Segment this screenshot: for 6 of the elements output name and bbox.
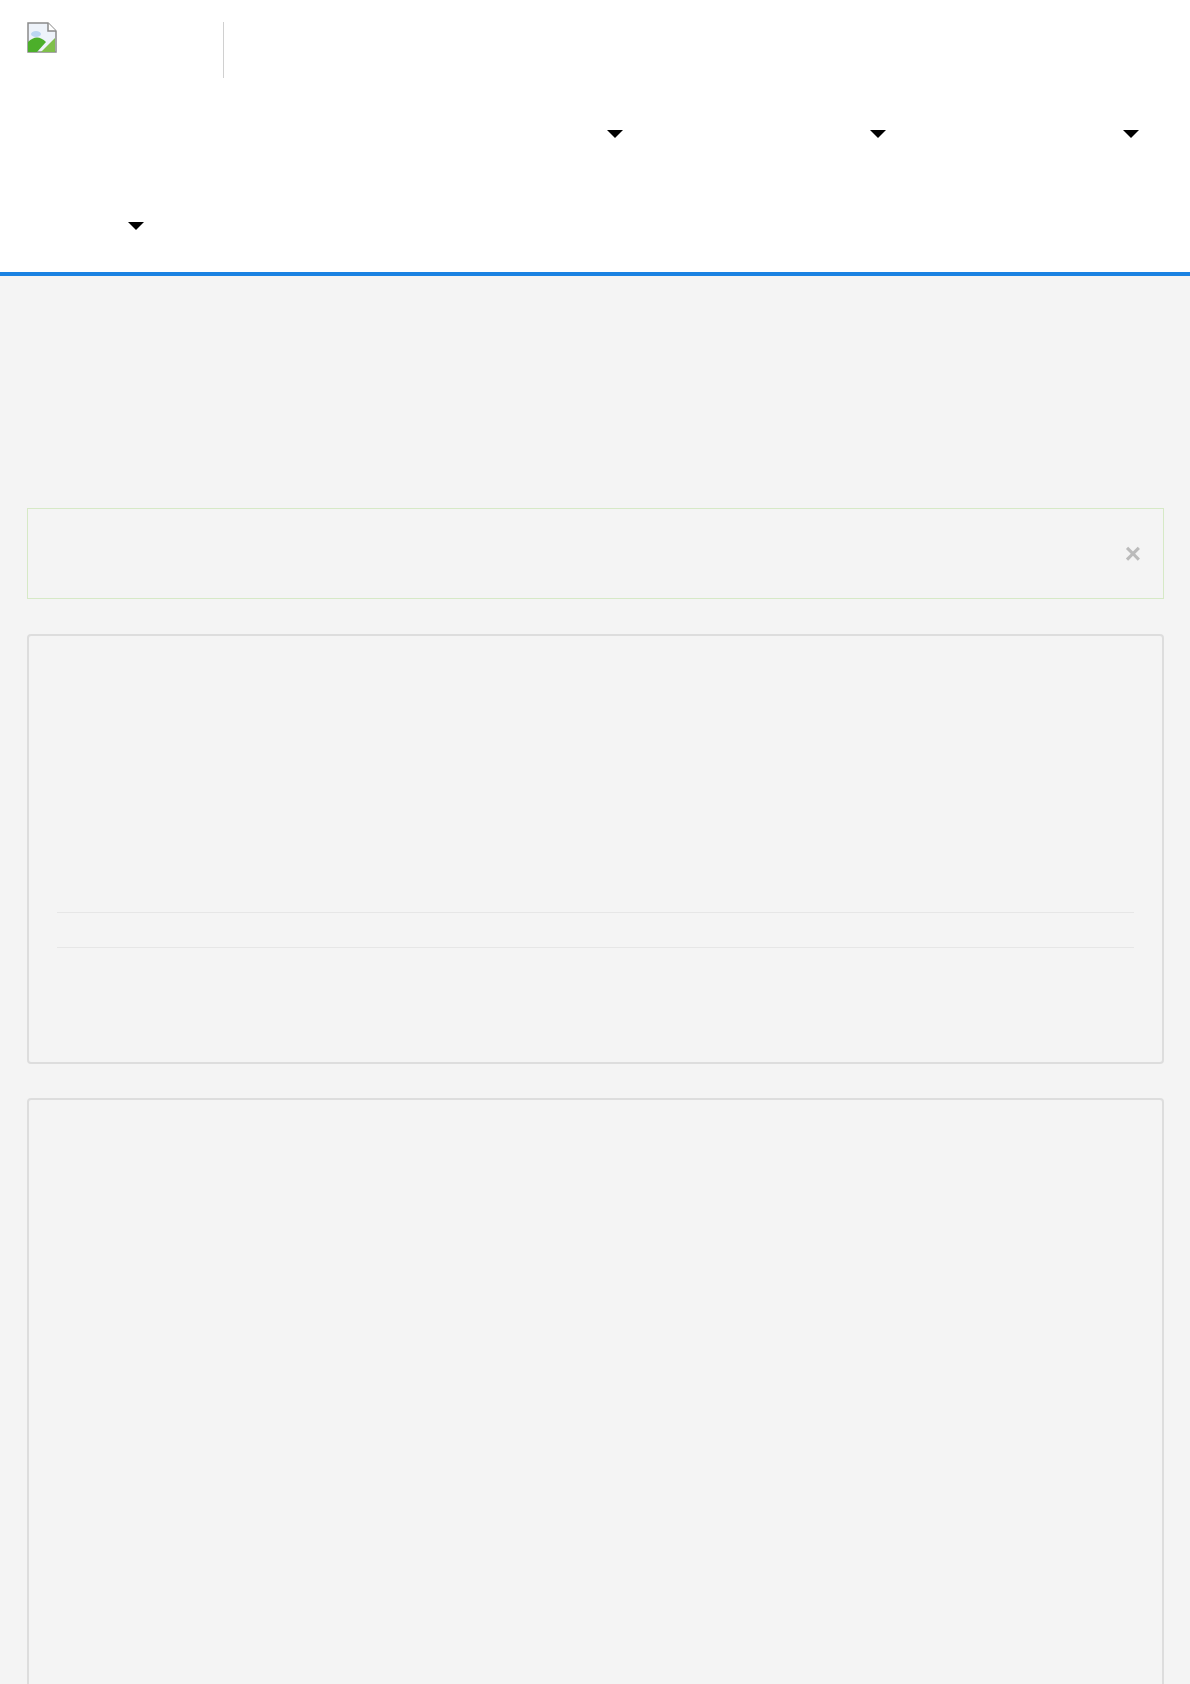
caret-icon[interactable] (128, 222, 144, 230)
broken-image-icon (27, 22, 57, 53)
caret-icon[interactable] (870, 130, 886, 138)
caret-icon[interactable] (1123, 130, 1139, 138)
close-button[interactable]: × (1120, 539, 1145, 568)
caret-icon[interactable] (607, 130, 623, 138)
